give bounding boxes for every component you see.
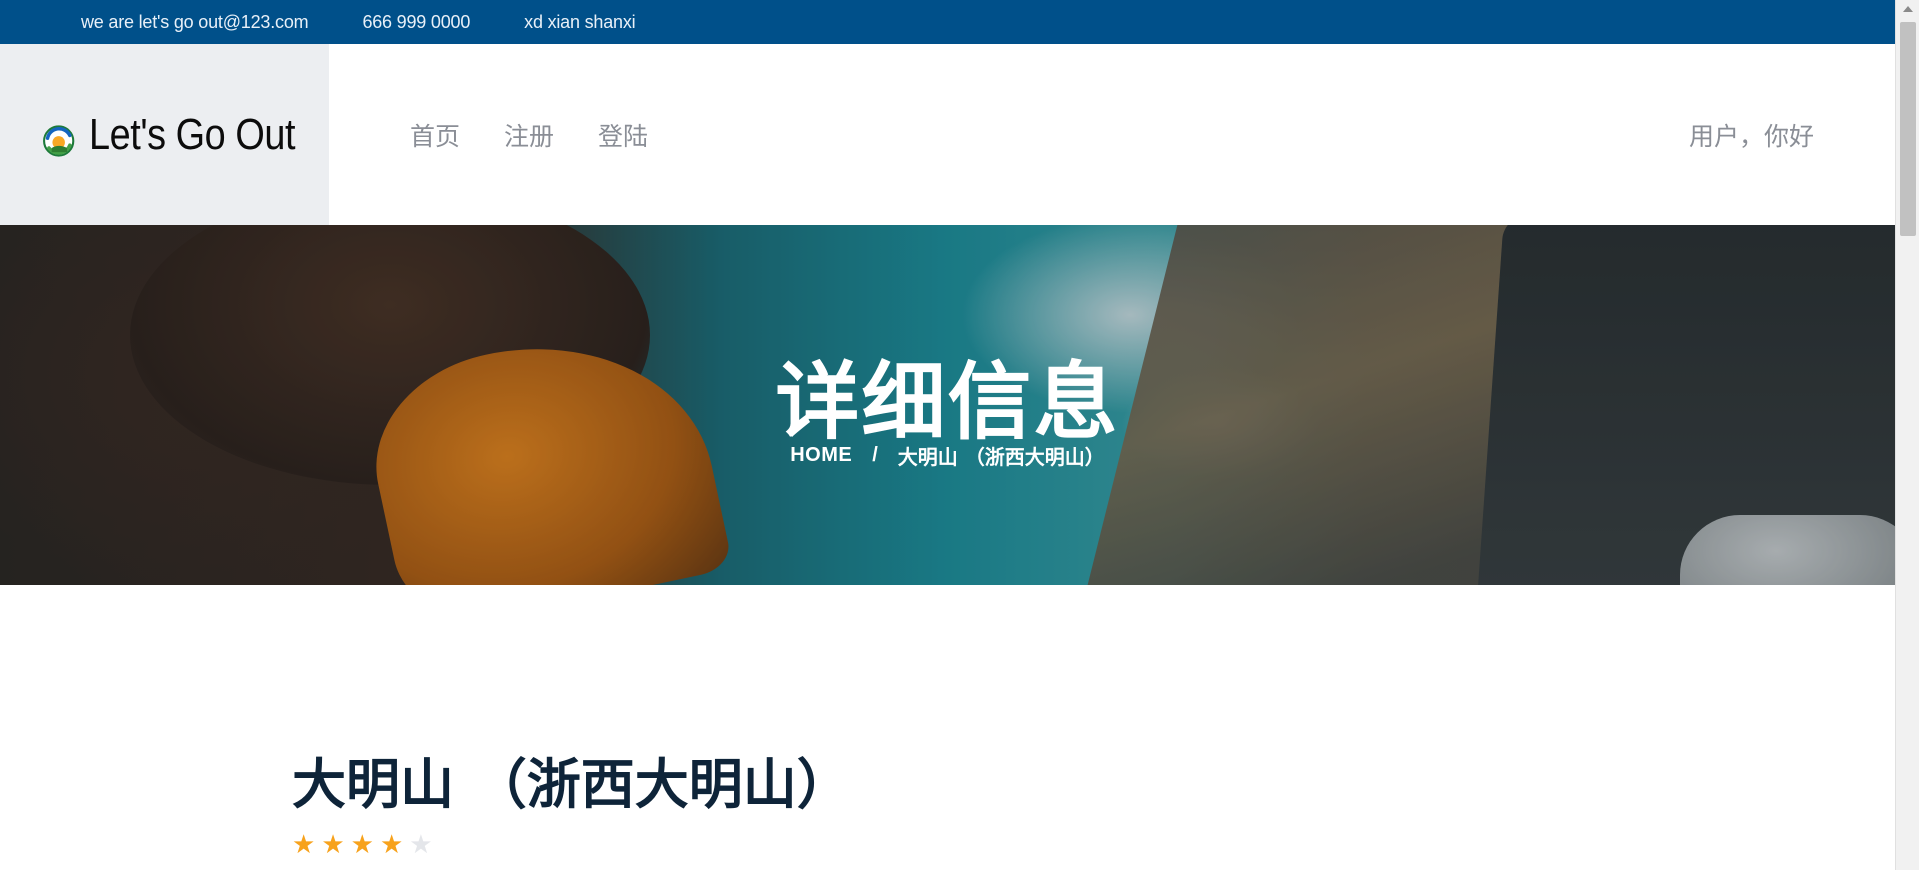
user-greeting[interactable]: 用户，你好: [1689, 44, 1814, 225]
top-info-bar: we are let's go out@123.com 666 999 0000…: [0, 0, 1895, 44]
site-header: Let's Go Out 首页 注册 登陆 用户，你好: [0, 44, 1895, 225]
main-nav: 首页 注册 登陆: [410, 44, 648, 225]
hero-banner: 详细信息 HOME / 大明山 （浙西大明山）: [0, 225, 1895, 585]
page-scrollbar[interactable]: [1895, 0, 1919, 870]
detail-content: 大明山 （浙西大明山） ★ ★ ★ ★ ★: [292, 740, 851, 857]
star-empty-icon: ★: [409, 829, 433, 859]
scrollbar-thumb[interactable]: [1900, 22, 1916, 236]
brand-logo-link[interactable]: Let's Go Out: [0, 44, 329, 225]
star-filled-icon: ★: [292, 829, 316, 859]
nav-home[interactable]: 首页: [410, 117, 460, 153]
nav-login[interactable]: 登陆: [598, 117, 648, 153]
page-title: 详细信息: [775, 353, 1120, 451]
star-rating: ★ ★ ★ ★ ★: [292, 831, 851, 857]
attraction-title: 大明山 （浙西大明山）: [292, 753, 851, 816]
star-filled-icon: ★: [321, 829, 345, 859]
breadcrumb-current: 大明山 （浙西大明山）: [897, 445, 1105, 469]
star-filled-icon: ★: [350, 829, 374, 859]
breadcrumb-separator: /: [872, 444, 878, 466]
globe-logo-icon: [43, 124, 75, 157]
nav-register[interactable]: 注册: [504, 117, 554, 153]
contact-email: we are let's go out@123.com: [81, 11, 309, 32]
star-filled-icon: ★: [379, 829, 404, 859]
scroll-up-arrow-icon[interactable]: [1903, 6, 1913, 12]
contact-phone: 666 999 0000: [362, 11, 471, 32]
breadcrumb-home-link[interactable]: HOME: [790, 444, 852, 467]
breadcrumb: HOME / 大明山 （浙西大明山）: [0, 441, 1895, 470]
brand-name: Let's Go Out: [89, 109, 296, 159]
contact-address: xd xian shanxi: [524, 11, 636, 32]
